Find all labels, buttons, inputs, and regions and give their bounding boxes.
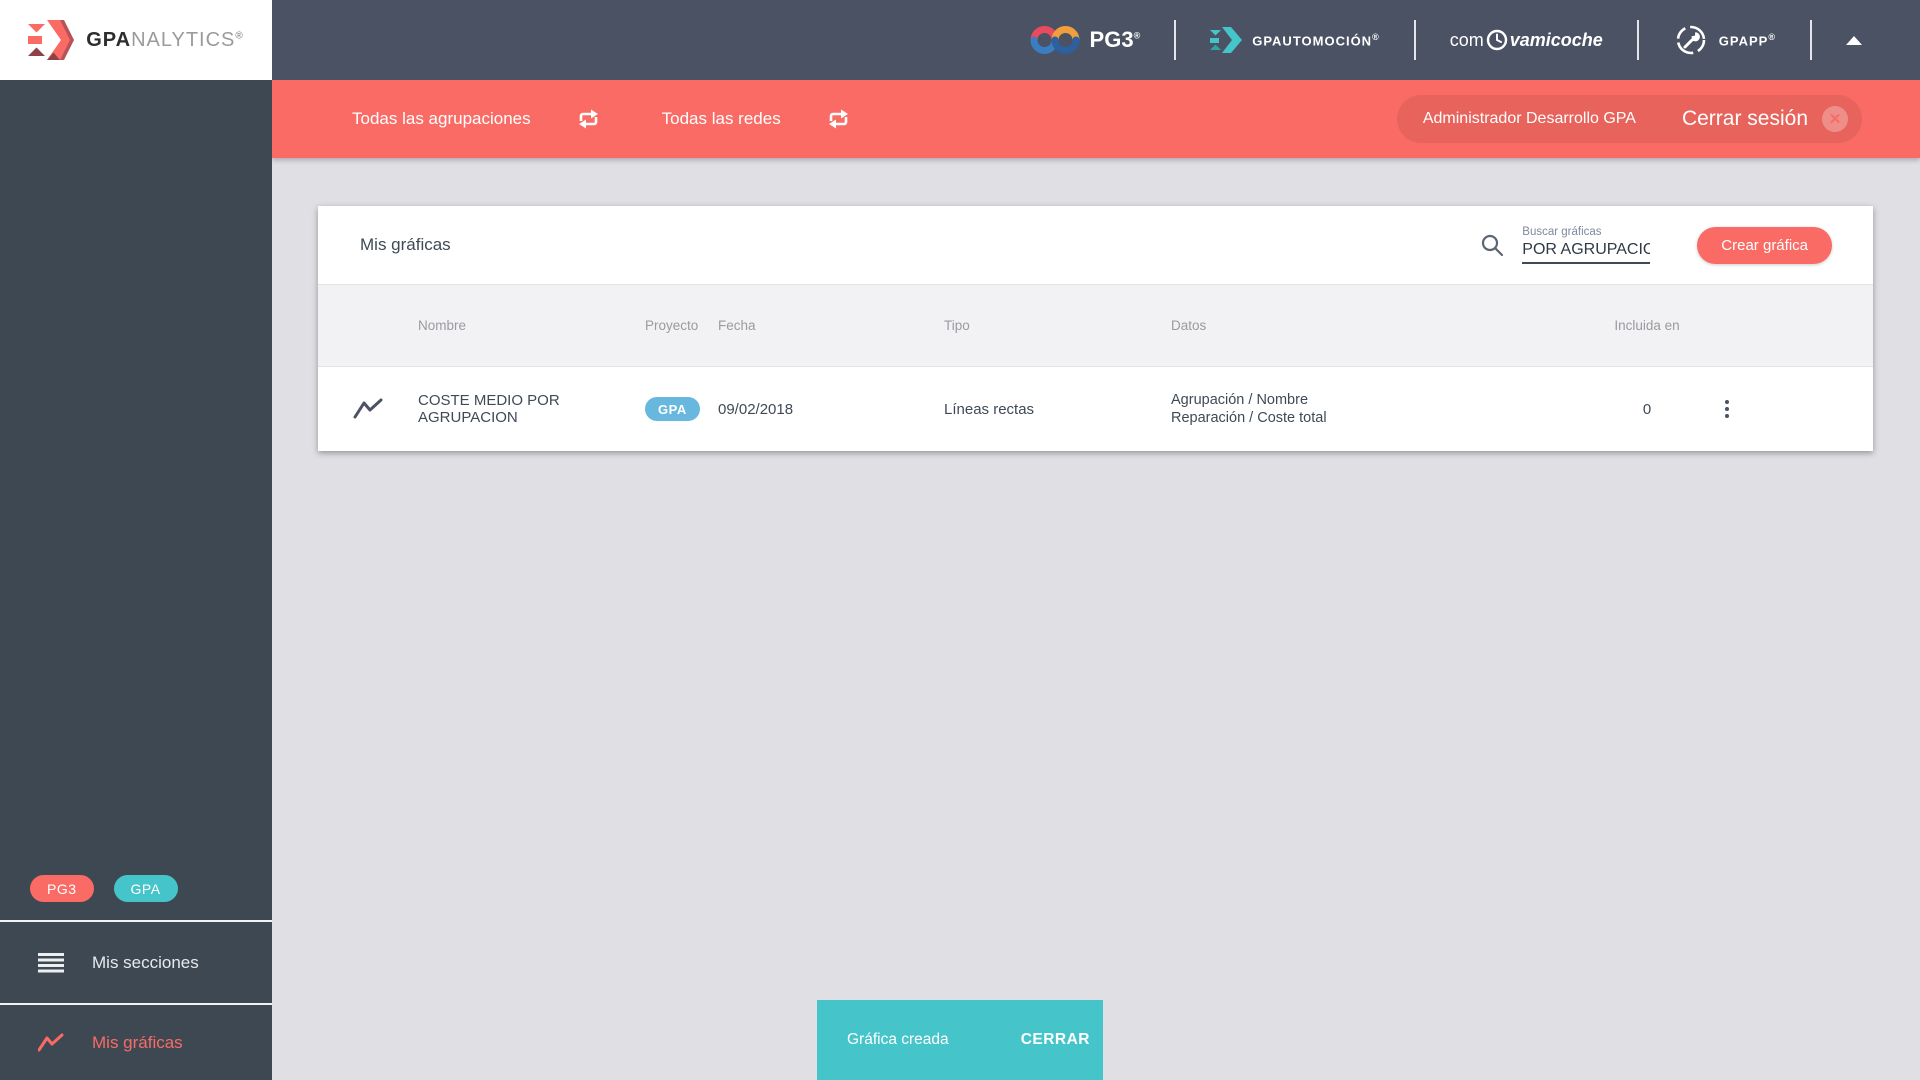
toast-notification: Gráfica creada CERRAR bbox=[817, 1000, 1103, 1080]
search-field-label: Buscar gráficas bbox=[1522, 226, 1602, 238]
sidebar-item-mis-secciones[interactable]: Mis secciones bbox=[0, 922, 272, 1003]
session-group: Administrador Desarrollo GPA Cerrar sesi… bbox=[1396, 95, 1862, 143]
sidebar-item-mis-graficas[interactable]: Mis gráficas bbox=[0, 1005, 272, 1080]
data-line2: Reparación / Coste total bbox=[1171, 410, 1327, 426]
date-cell: 09/02/2018 bbox=[718, 400, 794, 418]
gpautomocion-brand[interactable]: GPAUTOMOCIÓN® bbox=[1210, 27, 1380, 53]
agrupaciones-filter-label: Todas las agrupaciones bbox=[352, 109, 531, 128]
sidebar-item-label: Mis secciones bbox=[92, 952, 199, 972]
clock-icon bbox=[1486, 29, 1507, 51]
data-line1: Agrupación / Nombre bbox=[1171, 392, 1309, 408]
search-icon[interactable] bbox=[1480, 233, 1504, 257]
logout-button[interactable]: Cerrar sesión bbox=[1682, 107, 1808, 131]
current-user-label: Administrador Desarrollo GPA bbox=[1422, 110, 1636, 127]
logo-reg-mark: ® bbox=[235, 29, 244, 41]
row-chart-type-cell bbox=[318, 397, 418, 421]
redes-filter-label: Todas las redes bbox=[661, 109, 781, 128]
agrupaciones-filter[interactable]: Todas las agrupaciones bbox=[352, 108, 602, 130]
app-root: GPANALYTICS® PG3® GPAUTOMOCIÓN® com vami… bbox=[0, 0, 1920, 1080]
gpapp-brand[interactable]: GPAPP® bbox=[1673, 22, 1776, 58]
topbar-divider bbox=[1636, 20, 1639, 60]
column-header-fecha: Fecha bbox=[718, 318, 756, 333]
swap-agrupaciones-icon[interactable] bbox=[575, 108, 602, 130]
my-charts-card: Mis gráficas Buscar gráficas Crear gráfi… bbox=[318, 206, 1873, 451]
column-header-nombre: Nombre bbox=[418, 318, 467, 333]
sidebar-item-label: Mis gráficas bbox=[92, 1032, 183, 1052]
column-header-datos: Datos bbox=[1171, 318, 1207, 333]
topbar-divider bbox=[1413, 20, 1416, 60]
filter-bar: Todas las agrupaciones Todas las redes A… bbox=[272, 80, 1920, 158]
swap-redes-icon[interactable] bbox=[825, 108, 852, 130]
pg3-infinity-icon bbox=[1030, 26, 1080, 54]
gpapp-label: GPAPP® bbox=[1718, 31, 1776, 49]
topbar-divider bbox=[1810, 20, 1812, 60]
sidebar: PG3 GPA Mis secciones Mis gráficas bbox=[0, 80, 272, 1080]
toast-message: Gráfica creada bbox=[847, 1031, 949, 1048]
search-field: Buscar gráficas bbox=[1522, 226, 1651, 264]
gpa-analytics-wordmark: GPANALYTICS® bbox=[86, 29, 244, 52]
collapse-header-arrow-icon[interactable] bbox=[1846, 35, 1862, 45]
redes-filter[interactable]: Todas las redes bbox=[662, 108, 852, 130]
chart-name-cell: COSTE MEDIO POR AGRUPACION bbox=[418, 392, 645, 426]
gpa-badge[interactable]: GPA bbox=[113, 875, 178, 902]
table-row[interactable]: COSTE MEDIO POR AGRUPACION GPA 09/02/201… bbox=[318, 367, 1873, 451]
gpapp-wrench-icon bbox=[1676, 25, 1706, 55]
data-columns-cell: Agrupación / Nombre Reparación / Coste t… bbox=[1171, 391, 1604, 427]
gpa-analytics-logo-icon bbox=[28, 20, 75, 60]
row-actions-cell bbox=[1690, 400, 1873, 418]
pg3-brand[interactable]: PG3® bbox=[1030, 24, 1141, 56]
pg3-badge[interactable]: PG3 bbox=[30, 875, 94, 902]
column-header-incluida-en: Incluida en bbox=[1614, 318, 1680, 333]
logo-text-light: NALYTICS bbox=[131, 28, 236, 51]
chart-name-line1: COSTE MEDIO POR bbox=[418, 392, 560, 409]
pg3-label: PG3® bbox=[1089, 27, 1141, 52]
page-title: Mis gráficas bbox=[360, 235, 451, 254]
type-cell: Líneas rectas bbox=[944, 400, 1035, 418]
gpautomocion-arrow-icon bbox=[1210, 27, 1243, 53]
project-cell: GPA bbox=[645, 397, 718, 421]
sidebar-badges: PG3 GPA bbox=[30, 875, 178, 902]
logo-text-bold: GPA bbox=[86, 28, 132, 51]
line-chart-icon bbox=[38, 1033, 64, 1051]
gpautomocion-label: GPAUTOMOCIÓN® bbox=[1252, 31, 1380, 49]
line-chart-icon bbox=[353, 398, 383, 419]
chart-name-line2: AGRUPACION bbox=[418, 409, 518, 426]
app-logo-box: GPANALYTICS® bbox=[0, 0, 272, 80]
column-header-tipo: Tipo bbox=[944, 318, 970, 333]
card-header: Mis gráficas Buscar gráficas Crear gráfi… bbox=[318, 206, 1873, 284]
comprova-text-post: vamicoche bbox=[1509, 29, 1603, 50]
logout-close-icon[interactable]: ✕ bbox=[1822, 106, 1848, 132]
create-chart-button[interactable]: Crear gráfica bbox=[1697, 226, 1832, 264]
search-input[interactable] bbox=[1522, 240, 1651, 264]
column-header-proyecto: Proyecto bbox=[645, 318, 699, 333]
toast-close-button[interactable]: CERRAR bbox=[1021, 1031, 1090, 1049]
sections-list-icon bbox=[38, 952, 64, 972]
top-brand-bar: PG3® GPAUTOMOCIÓN® com vamicoche GPAPP® bbox=[272, 0, 1920, 80]
comprovamicoche-brand[interactable]: com vamicoche bbox=[1450, 29, 1603, 51]
included-count: 0 bbox=[1642, 400, 1652, 418]
row-menu-kebab-icon[interactable] bbox=[1719, 400, 1735, 418]
table-header-row: Nombre Proyecto Fecha Tipo Datos Incluid… bbox=[318, 284, 1873, 367]
comprova-text-pre: com bbox=[1449, 29, 1484, 50]
project-badge: GPA bbox=[645, 397, 700, 421]
topbar-divider bbox=[1174, 20, 1177, 60]
